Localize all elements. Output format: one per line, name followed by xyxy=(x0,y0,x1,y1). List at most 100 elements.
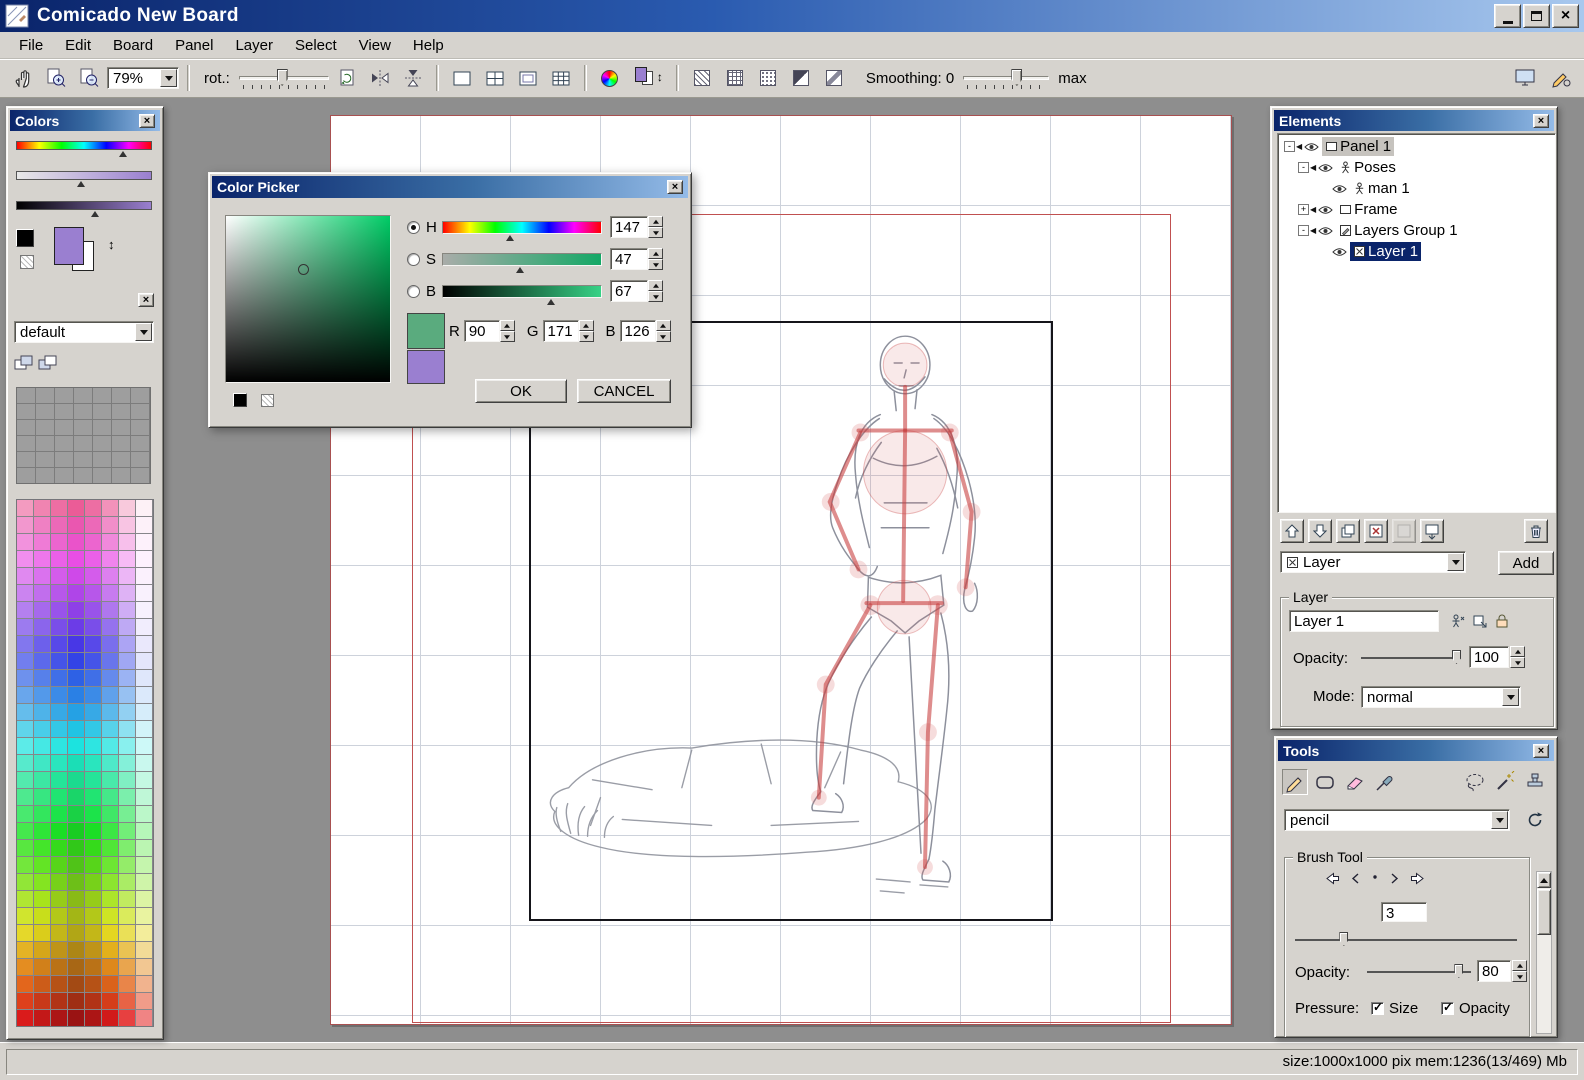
gray-swatch[interactable] xyxy=(74,468,92,483)
shape-tool-button[interactable] xyxy=(1312,769,1338,795)
hue-radio[interactable] xyxy=(407,221,420,234)
gray-swatch[interactable] xyxy=(112,452,130,467)
palette-swatch[interactable] xyxy=(17,551,33,567)
palette-swatch[interactable] xyxy=(17,806,33,822)
palette-swatch[interactable] xyxy=(85,772,101,788)
first-brush-button[interactable] xyxy=(1325,872,1340,885)
palette-swatch[interactable] xyxy=(68,1010,84,1026)
palette-swatch[interactable] xyxy=(34,823,50,839)
palette-swatch[interactable] xyxy=(119,925,135,941)
palette-swatch[interactable] xyxy=(136,653,152,669)
gray-swatch[interactable] xyxy=(131,420,149,435)
palette-swatch[interactable] xyxy=(17,755,33,771)
close-button[interactable]: × xyxy=(1552,4,1579,28)
visibility-eye-icon[interactable] xyxy=(1304,142,1319,152)
palette-swatch[interactable] xyxy=(68,602,84,618)
brightness-bar-marker[interactable] xyxy=(91,211,99,217)
palette-swatch[interactable] xyxy=(34,993,50,1009)
palette-swatch[interactable] xyxy=(136,585,152,601)
color-marker[interactable] xyxy=(298,264,309,275)
brightness-radio[interactable] xyxy=(407,285,420,298)
palette-swatch[interactable] xyxy=(102,755,118,771)
expand-toggle[interactable]: + xyxy=(1298,204,1309,215)
palette-swatch[interactable] xyxy=(85,619,101,635)
palette-swatch[interactable] xyxy=(119,874,135,890)
palette-swatch[interactable] xyxy=(17,857,33,873)
gray-swatch[interactable] xyxy=(36,404,54,419)
palette-swatch[interactable] xyxy=(17,568,33,584)
palette-swatch[interactable] xyxy=(17,670,33,686)
palette-swatch[interactable] xyxy=(102,738,118,754)
ok-button[interactable]: OK xyxy=(475,379,567,403)
palette-swatch[interactable] xyxy=(119,976,135,992)
layer-opacity-spinner[interactable] xyxy=(1510,646,1525,668)
scroll-up-button[interactable] xyxy=(1537,872,1551,888)
palette-swatch[interactable] xyxy=(68,789,84,805)
palette-swatch[interactable] xyxy=(85,500,101,516)
palette-swatch[interactable] xyxy=(102,857,118,873)
saturation-bar[interactable] xyxy=(16,171,152,189)
palette-swatch[interactable] xyxy=(34,976,50,992)
gray-swatch[interactable] xyxy=(55,404,73,419)
flip-vertical-button[interactable] xyxy=(398,63,428,93)
palette-swatch[interactable] xyxy=(17,721,33,737)
palette-swatch[interactable] xyxy=(68,517,84,533)
gray-swatch[interactable] xyxy=(131,452,149,467)
pressure-opacity-checkbox[interactable] xyxy=(1441,1002,1454,1015)
red-spinner[interactable] xyxy=(500,320,515,342)
palette-swatch[interactable] xyxy=(68,670,84,686)
swap-colors-icon[interactable]: ↕ xyxy=(657,70,663,84)
gray-swatch[interactable] xyxy=(17,436,35,451)
palette-swatch[interactable] xyxy=(34,806,50,822)
palette-swatch[interactable] xyxy=(119,636,135,652)
palette-swatch[interactable] xyxy=(119,602,135,618)
palette-swatch[interactable] xyxy=(17,840,33,856)
palette-swatch[interactable] xyxy=(17,891,33,907)
gray-swatch[interactable] xyxy=(112,468,130,483)
view-grid-button[interactable] xyxy=(480,63,510,93)
palette-swatch[interactable] xyxy=(17,1010,33,1026)
palette-swatch[interactable] xyxy=(85,670,101,686)
saturation-bar-marker[interactable] xyxy=(77,181,85,187)
palette-swatch[interactable] xyxy=(51,976,67,992)
menu-item-panel[interactable]: Panel xyxy=(164,33,224,58)
gray-swatch[interactable] xyxy=(36,436,54,451)
palette-swatch[interactable] xyxy=(136,636,152,652)
swap-colors-icon[interactable]: ↕ xyxy=(108,237,115,252)
palette-swatch[interactable] xyxy=(34,857,50,873)
palette-swatch[interactable] xyxy=(102,874,118,890)
palette-swatch[interactable] xyxy=(136,925,152,941)
layer-opacity-field[interactable]: 100 xyxy=(1469,646,1509,668)
palette-swatch[interactable] xyxy=(51,636,67,652)
palette-swatch[interactable] xyxy=(68,976,84,992)
palette-swatch[interactable] xyxy=(136,568,152,584)
palette-swatch[interactable] xyxy=(102,1010,118,1026)
prev-brush-button[interactable] xyxy=(1350,872,1361,885)
collapse-toggle[interactable]: - xyxy=(1298,162,1309,173)
cancel-button[interactable]: CANCEL xyxy=(577,379,671,403)
brush-opacity-spinner[interactable] xyxy=(1512,960,1527,982)
palette-swatch[interactable] xyxy=(17,942,33,958)
layer-pose-button[interactable] xyxy=(1449,612,1467,630)
palette-swatch[interactable] xyxy=(136,959,152,975)
gray-swatch[interactable] xyxy=(55,388,73,403)
hue-value-field[interactable]: 147 xyxy=(610,216,648,238)
palette-swatch[interactable] xyxy=(68,585,84,601)
brightness-slider[interactable] xyxy=(442,285,602,298)
gray-swatch[interactable] xyxy=(36,452,54,467)
palette-swatch[interactable] xyxy=(102,704,118,720)
palette-swatch[interactable] xyxy=(68,687,84,703)
menu-item-board[interactable]: Board xyxy=(102,33,164,58)
palette-swatch[interactable] xyxy=(85,942,101,958)
palette-swatch[interactable] xyxy=(85,823,101,839)
palette-swatch[interactable] xyxy=(136,687,152,703)
palette-swatch[interactable] xyxy=(17,772,33,788)
palette-swatch[interactable] xyxy=(68,653,84,669)
palette-swatch[interactable] xyxy=(17,602,33,618)
menu-item-view[interactable]: View xyxy=(348,33,402,58)
palette-swatch[interactable] xyxy=(17,585,33,601)
palette-swatch[interactable] xyxy=(34,619,50,635)
palette-swatch[interactable] xyxy=(136,704,152,720)
gray-swatch[interactable] xyxy=(112,436,130,451)
palette-swatch[interactable] xyxy=(34,500,50,516)
